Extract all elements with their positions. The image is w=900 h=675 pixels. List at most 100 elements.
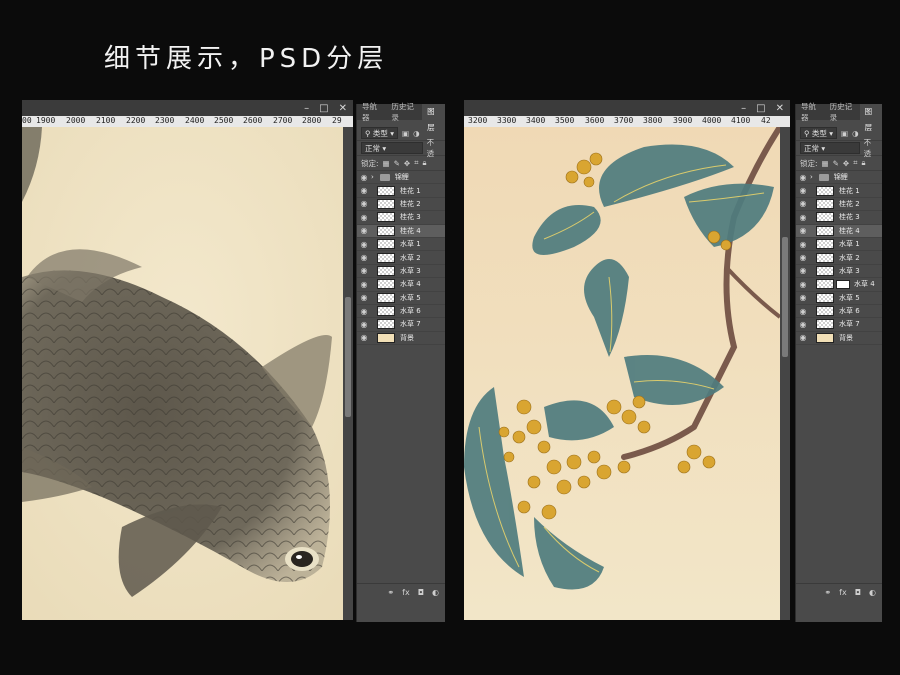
move-icon[interactable]: ✥ [843,159,849,168]
layer-thumbnail [377,306,395,317]
lock-icon[interactable]: 🔒︎ [422,158,426,168]
eye-icon[interactable]: ◉ [796,199,810,208]
eye-icon[interactable]: ◉ [796,213,810,222]
blend-mode-select[interactable]: 正常 ▾ [800,142,860,154]
add-mask-icon[interactable]: ◘ [418,588,424,597]
tab-layers[interactable]: 图层 [859,104,882,132]
layer-row[interactable]: ◉ 桂花 3 [357,211,445,225]
tab-history[interactable]: 历史记录 [825,101,860,123]
eye-icon[interactable]: ◉ [796,293,810,302]
koi-artwork-canvas[interactable] [22,127,343,620]
layer-row[interactable]: ◉ 水草 6 [357,305,445,319]
layer-row[interactable]: ◉ 水草 7 [357,318,445,332]
link-layers-icon[interactable]: ⚭ [824,588,831,597]
eye-icon[interactable]: ◉ [357,199,371,208]
lock-pixels-icon[interactable]: ▦ [383,159,390,168]
eye-icon[interactable]: ◉ [357,226,371,235]
minimize-icon[interactable]: – [741,103,746,114]
layer-filter-select[interactable]: ⚲ 类型 ▾ [361,127,399,139]
layer-list: ◉ › 锦鲤 ◉ 桂花 1 ◉ 桂花 2 ◉ 桂花 3 ◉ 桂花 4 ◉ 水草 1 ◉ 水草 2… [357,171,445,346]
artboard-icon[interactable]: ⌗ [853,158,857,168]
close-icon[interactable]: ✕ [776,103,784,114]
layer-row[interactable]: ◉ 水草 3 [796,265,882,279]
layer-row[interactable]: ◉ 桂花 2 [796,198,882,212]
layer-row[interactable]: ◉ 水草 2 [796,251,882,265]
eye-icon[interactable]: ◉ [796,320,810,329]
layer-group-koi[interactable]: ◉ › 锦鲤 [796,171,882,185]
eye-icon[interactable]: ◉ [357,320,371,329]
tab-navigator[interactable]: 导航器 [357,101,386,123]
eye-icon[interactable]: ◉ [796,333,810,342]
tab-navigator[interactable]: 导航器 [796,101,825,123]
brush-icon[interactable]: ✎ [833,159,839,168]
eye-icon[interactable]: ◉ [357,307,371,316]
layer-thumbnail [377,212,395,223]
layer-group-koi[interactable]: ◉ › 锦鲤 [357,171,445,185]
eye-icon[interactable]: ◉ [357,266,371,275]
eye-icon[interactable]: ◉ [357,213,371,222]
layer-row[interactable]: ◉ 桂花 1 [796,184,882,198]
layer-row[interactable]: ◉ 水草 5 [796,292,882,305]
artboard-icon[interactable]: ⌗ [414,158,418,168]
layer-row[interactable]: ◉ 水草 4 [357,278,445,292]
eye-icon[interactable]: ◉ [357,280,371,289]
tab-history[interactable]: 历史记录 [386,101,422,123]
adjustment-layer-icon[interactable]: ◐ [432,588,439,597]
image-filter-icon[interactable]: ▣ [402,129,409,138]
link-layers-icon[interactable]: ⚭ [387,588,394,597]
eye-icon[interactable]: ◉ [796,173,810,182]
eye-icon[interactable]: ◉ [357,186,371,195]
layer-row[interactable]: ◉ 水草 1 [357,238,445,252]
restore-icon[interactable]: □ [319,103,328,114]
eye-icon[interactable]: ◉ [357,240,371,249]
eye-icon[interactable]: ◉ [796,226,810,235]
brush-icon[interactable]: ✎ [394,159,400,168]
eye-icon[interactable]: ◉ [796,266,810,275]
layer-row-background[interactable]: ◉ 背景 [357,332,445,346]
layer-row[interactable]: ◉ 水草 5 [357,292,445,305]
eye-icon[interactable]: ◉ [796,240,810,249]
eye-icon[interactable]: ◉ [357,253,371,262]
layer-row[interactable]: ◉ 桂花 3 [796,211,882,225]
fx-icon[interactable]: fx [402,588,410,597]
layer-row-masked[interactable]: ◉ 水草 4 [796,278,882,292]
eye-icon[interactable]: ◉ [357,293,371,302]
adjustment-layer-icon[interactable]: ◐ [869,588,876,597]
move-icon[interactable]: ✥ [404,159,410,168]
layer-filter-select[interactable]: ⚲ 类型 ▾ [800,127,838,139]
close-icon[interactable]: ✕ [339,103,347,114]
eye-icon[interactable]: ◉ [357,333,371,342]
layer-row-background[interactable]: ◉ 背景 [796,332,882,346]
layer-row[interactable]: ◉ 水草 7 [796,318,882,332]
layer-row[interactable]: ◉ 桂花 2 [357,198,445,212]
adjustment-filter-icon[interactable]: ◑ [413,129,420,138]
layer-row-selected[interactable]: ◉ 桂花 4 [357,224,445,238]
scrollbar-thumb[interactable] [345,297,351,417]
layer-row[interactable]: ◉ 水草 1 [796,238,882,252]
eye-icon[interactable]: ◉ [796,280,810,289]
lock-pixels-icon[interactable]: ▦ [822,159,829,168]
scrollbar-thumb[interactable] [782,237,788,357]
eye-icon[interactable]: ◉ [796,307,810,316]
osmanthus-artwork-canvas[interactable] [464,127,780,620]
layer-row[interactable]: ◉ 水草 2 [357,251,445,265]
eye-icon[interactable]: ◉ [796,186,810,195]
layer-row[interactable]: ◉ 水草 3 [357,265,445,279]
restore-icon[interactable]: □ [756,103,765,114]
image-filter-icon[interactable]: ▣ [841,129,848,138]
minimize-icon[interactable]: – [304,103,309,114]
layer-row-selected[interactable]: ◉ 桂花 4 [796,224,882,238]
layer-row[interactable]: ◉ 水草 6 [796,305,882,319]
eye-icon[interactable]: ◉ [357,173,371,182]
lock-icon[interactable]: 🔒︎ [861,158,865,168]
layer-thumbnail [816,332,834,343]
layer-row[interactable]: ◉ 桂花 1 [357,184,445,198]
blend-mode-select[interactable]: 正常 ▾ [361,142,423,154]
vertical-scrollbar[interactable] [780,127,790,620]
vertical-scrollbar[interactable] [343,127,353,620]
eye-icon[interactable]: ◉ [796,253,810,262]
adjustment-filter-icon[interactable]: ◑ [852,129,859,138]
tab-layers[interactable]: 图层 [422,104,445,132]
add-mask-icon[interactable]: ◘ [855,588,861,597]
fx-icon[interactable]: fx [839,588,847,597]
